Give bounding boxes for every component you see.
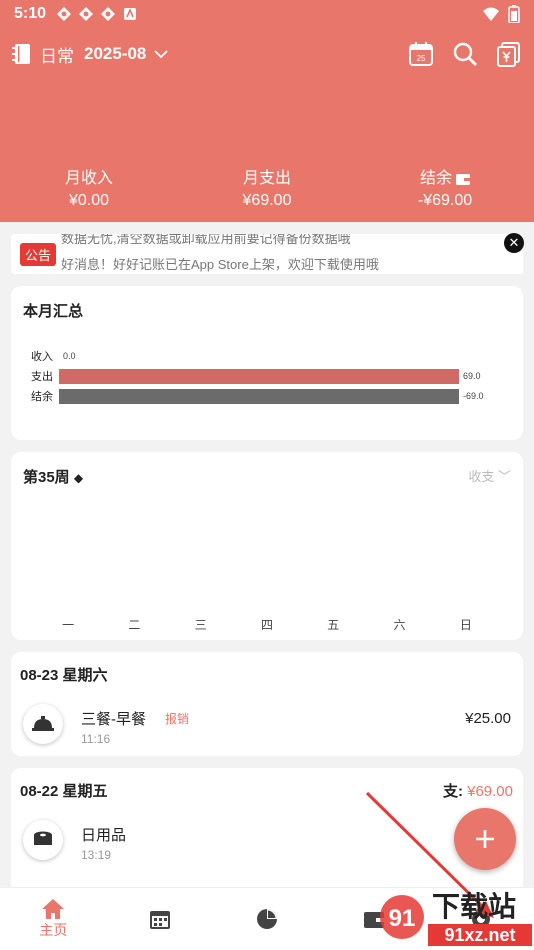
chevron-down-icon: ﹀ xyxy=(497,469,511,484)
transaction-name: 日用品 xyxy=(81,827,127,844)
weekday-tick-label: 二 xyxy=(128,618,141,632)
pie-chart-icon xyxy=(256,909,277,929)
book-name: 日常 xyxy=(40,46,74,66)
wifi-icon xyxy=(483,7,499,21)
weekday-tick-label: 一 xyxy=(62,618,75,632)
watermark-domain: 91xz.net xyxy=(444,925,515,945)
bar-value-label: -69.0 xyxy=(463,391,484,401)
bar-row: 支出 69.0 xyxy=(31,366,521,386)
top-bar: 日常 2025-08 25 xyxy=(12,40,522,68)
app-notification-icon xyxy=(101,7,116,21)
app-notification-icon xyxy=(57,7,72,21)
monthly-summary-card: 本月汇总 收入 0.0 支出 69.0 结余 -69.0 xyxy=(11,286,523,440)
balance-label: 结余 xyxy=(419,170,452,187)
day-date: 08-22 星期五 xyxy=(20,783,108,800)
status-bar: 5:10 xyxy=(0,0,534,28)
tab-statistics[interactable] xyxy=(214,888,321,950)
add-record-button[interactable] xyxy=(454,808,516,870)
bar-row: 收入 0.0 xyxy=(31,346,521,366)
reimburse-tag: 报销 xyxy=(165,712,190,726)
bar-value-label: 69.0 xyxy=(463,371,481,381)
bar-value-label: 0.0 xyxy=(63,351,76,361)
week-title: 第35周 xyxy=(23,469,70,486)
expense-summary: 月支出 ¥69.00 xyxy=(178,168,356,212)
book-selector[interactable]: 日常 2025-08 xyxy=(12,42,169,67)
site-watermark-logo: 91 下载站 91xz.net xyxy=(380,890,532,946)
search-icon[interactable] xyxy=(452,41,478,67)
notice-text-line2: 好消息！好好记账已在App Store上架，欢迎下载使用哦 xyxy=(61,257,379,272)
month-summary: 月收入 ¥0.00 月支出 ¥69.00 结余 -¥69.00 xyxy=(0,168,534,212)
notice-text-line1: 数据无忧,清空数据或卸载应用前要记得备份数据哦 xyxy=(61,234,351,246)
day-total-amount: ¥69.00 xyxy=(467,783,513,800)
week-selector[interactable]: 第35周 ◆ xyxy=(23,466,83,487)
header: 日常 2025-08 25 月收入 ¥0.00 月支出 ¥69.00 结余 -¥… xyxy=(0,28,534,222)
weekday-tick-label: 日 xyxy=(459,618,472,632)
calendar-icon xyxy=(150,911,171,929)
app-notification-icon xyxy=(79,7,94,21)
bar xyxy=(59,388,459,404)
expense-value: ¥69.00 xyxy=(242,192,292,209)
svg-text:91: 91 xyxy=(389,905,416,932)
period-label: 2025-08 xyxy=(84,44,147,63)
wallet-card-icon xyxy=(456,174,470,185)
ledger-icon[interactable] xyxy=(496,41,522,67)
balance-value: -¥69.00 xyxy=(417,192,473,209)
tab-home-label: 主页 xyxy=(39,922,68,938)
bar-category-label: 支出 xyxy=(31,371,53,383)
expense-label: 月支出 xyxy=(242,170,291,187)
balance-summary[interactable]: 结余 -¥69.00 xyxy=(356,168,534,212)
bar-row: 结余 -69.0 xyxy=(31,386,521,406)
plus-icon xyxy=(476,830,494,848)
income-label: 月收入 xyxy=(64,170,113,187)
transaction-name: 三餐-早餐 xyxy=(81,711,146,728)
day-card: 08-22 星期五 支: ¥69.00 日用品 13:19 xyxy=(11,768,523,898)
close-icon[interactable]: ✕ xyxy=(504,233,524,253)
bar-category-label: 结余 xyxy=(31,391,53,403)
tab-home[interactable]: 主页 xyxy=(0,888,107,950)
income-value: ¥0.00 xyxy=(68,192,110,209)
notice-badge: 公告 xyxy=(20,243,57,266)
tab-calendar[interactable] xyxy=(107,888,214,950)
watermark-brand: 下载站 xyxy=(432,890,516,923)
transaction-time: 13:19 xyxy=(81,848,112,862)
sort-icon: ◆ xyxy=(73,471,84,485)
calendar-day: 25 xyxy=(417,54,426,63)
transaction-item[interactable]: 日用品 13:19 xyxy=(11,820,523,872)
status-notification-icons xyxy=(56,6,138,22)
day-date: 08-23 星期六 xyxy=(20,667,108,684)
transaction-time: 11:16 xyxy=(81,732,111,746)
notice-banner[interactable]: 公告 数据无忧,清空数据或卸载应用前要记得备份数据哦 好消息！好好记账已在App… xyxy=(11,234,523,274)
monthly-bar-chart: 收入 0.0 支出 69.0 结余 -69.0 xyxy=(31,346,521,406)
weekday-tick-label: 三 xyxy=(194,618,207,632)
type-filter[interactable]: 收支 ﹀ xyxy=(468,466,511,485)
tissue-icon xyxy=(23,820,63,860)
weekday-tick-label: 五 xyxy=(327,618,340,632)
monthly-summary-title: 本月汇总 xyxy=(23,303,84,320)
type-filter-label: 收支 xyxy=(468,469,495,484)
weekly-card: 第35周 ◆ 收支 ﹀ 一 二 三 四 五 六 日 xyxy=(11,452,523,640)
weekday-tick-label: 四 xyxy=(260,618,273,632)
day-total-label: 支: xyxy=(442,783,463,800)
calendar-date-icon[interactable]: 25 xyxy=(408,41,434,67)
status-time: 5:10 xyxy=(14,5,47,22)
notebook-icon xyxy=(12,44,30,64)
chevron-down-icon xyxy=(154,50,169,59)
meal-icon xyxy=(23,704,63,744)
battery-icon xyxy=(508,5,520,23)
bar-category-label: 收入 xyxy=(31,351,53,363)
income-summary: 月收入 ¥0.00 xyxy=(0,168,178,212)
bar xyxy=(59,368,459,384)
transaction-amount: ¥25.00 xyxy=(465,710,511,727)
day-card: 08-23 星期六 三餐-早餐 报销 11:16 ¥25.00 xyxy=(11,652,523,756)
home-icon xyxy=(42,899,65,919)
transaction-item[interactable]: 三餐-早餐 报销 11:16 ¥25.00 xyxy=(11,704,523,756)
weekday-axis: 一二三四五六日 xyxy=(11,616,523,633)
day-total: 支: ¥69.00 xyxy=(443,780,513,801)
weekday-tick-label: 六 xyxy=(393,618,406,632)
text-notification-icon xyxy=(124,7,137,20)
